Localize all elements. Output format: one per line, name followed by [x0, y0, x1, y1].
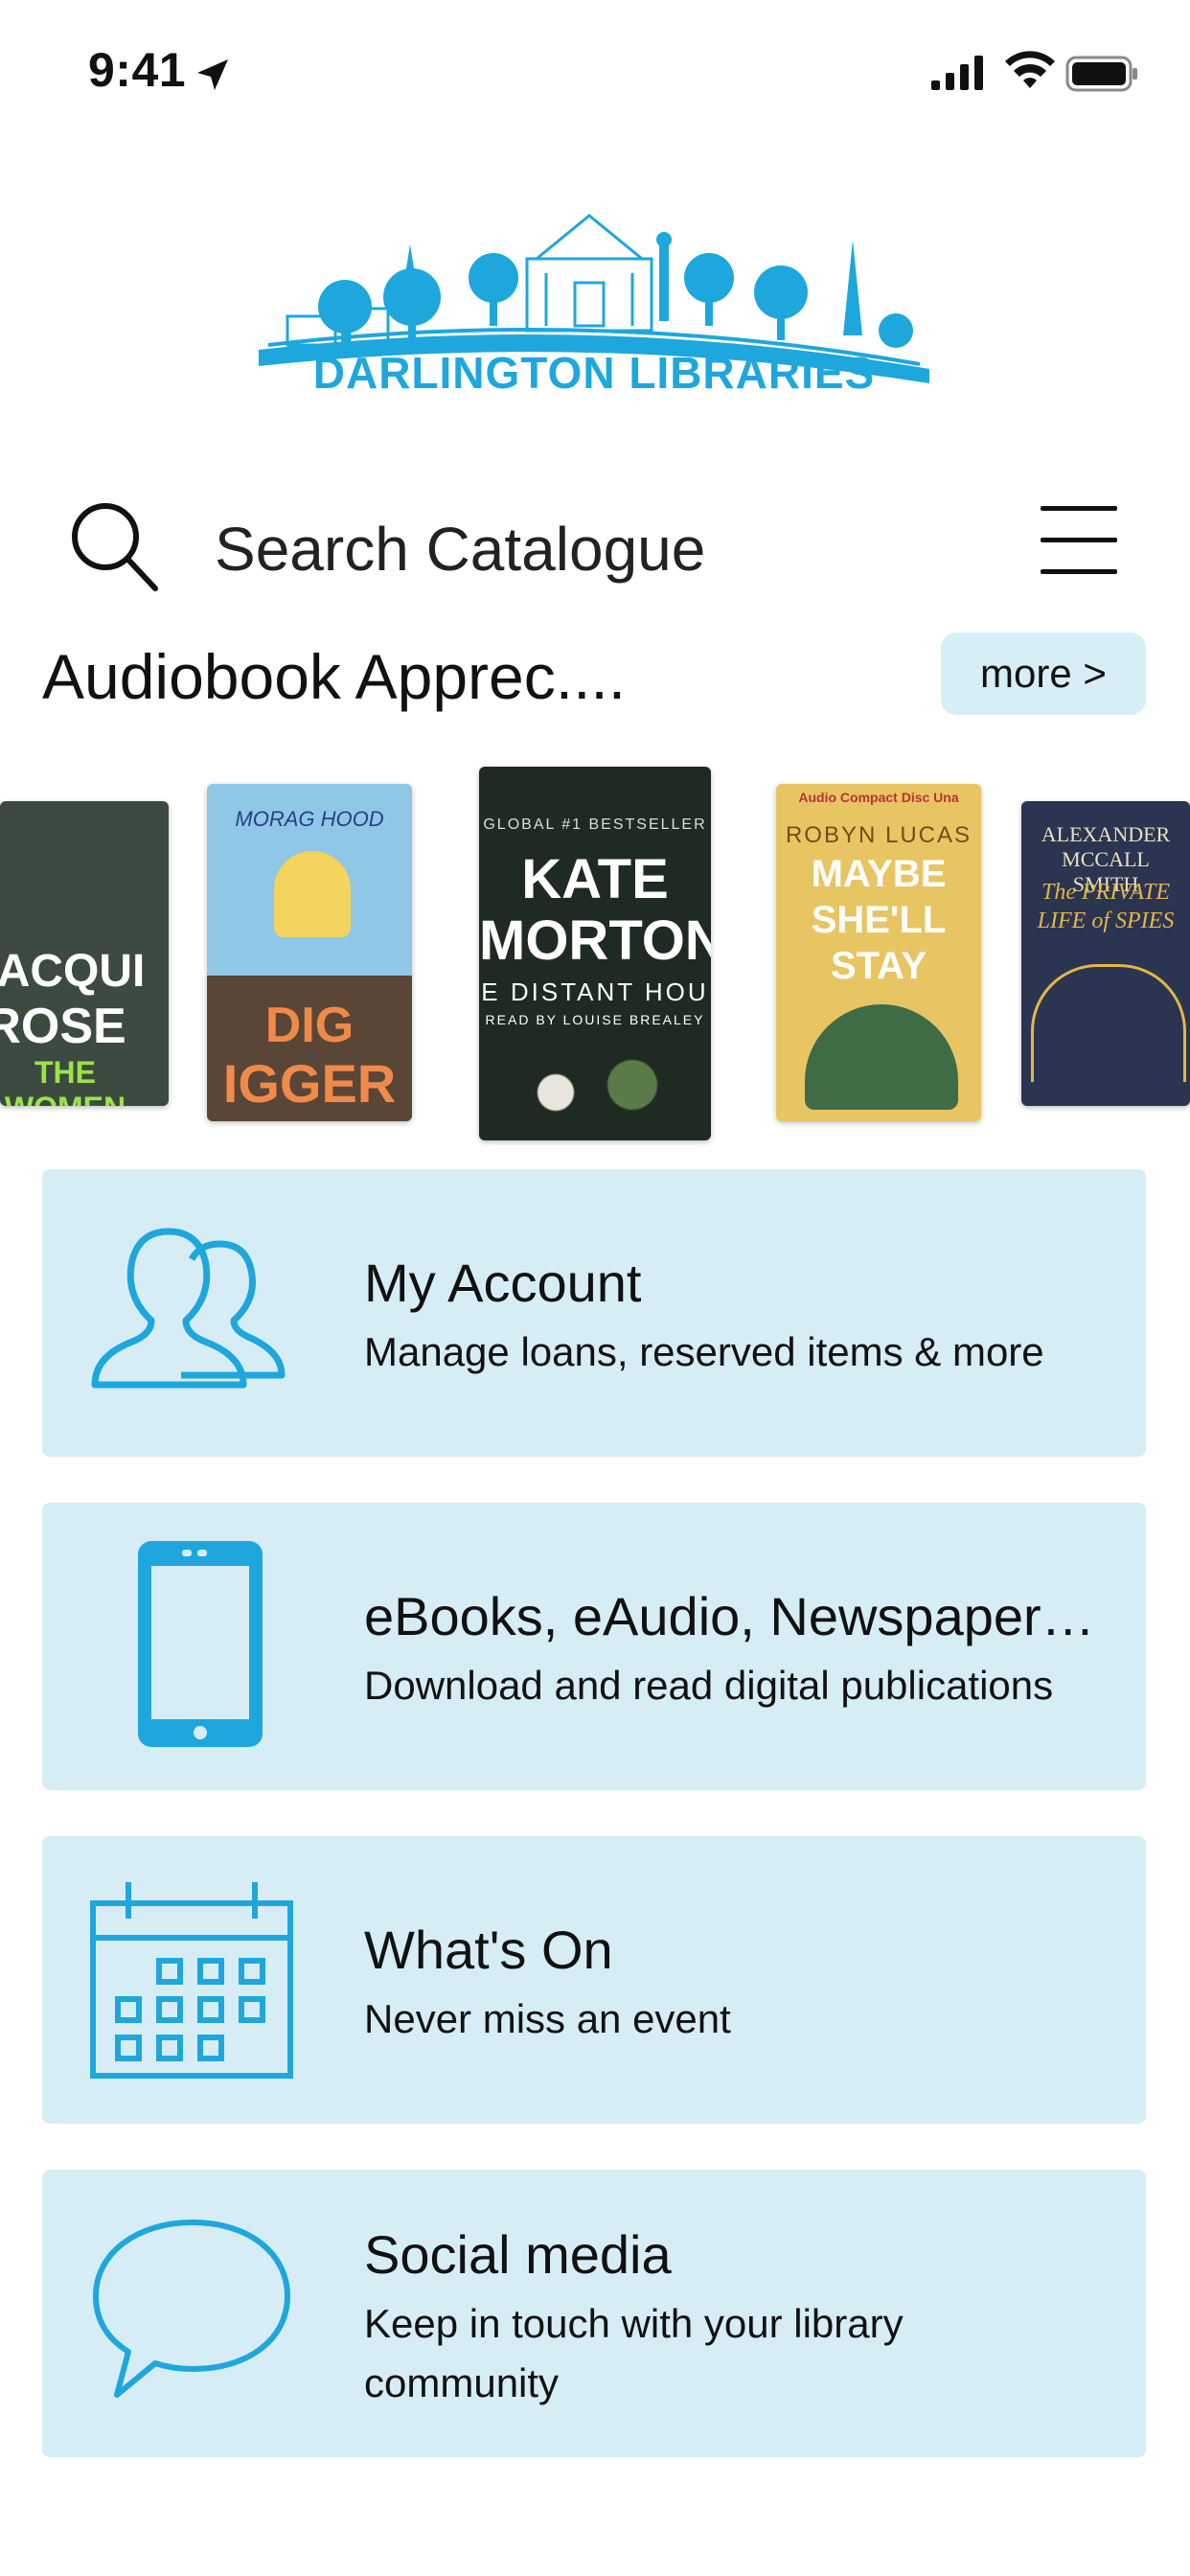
- card-title: eBooks, eAudio, Newspaper…: [364, 1586, 1095, 1646]
- card-title: My Account: [364, 1253, 642, 1313]
- cover-tagline: GLOBAL #1 BESTSELLER: [483, 816, 707, 833]
- cover-title-line: The PRIVATE: [1041, 880, 1170, 905]
- cover-title-line: KATE: [521, 848, 669, 910]
- book-cover[interactable]: MORAG HOOD DIG IGGER: [207, 784, 412, 1121]
- logo-text: DARLINGTON LIBRARIES: [312, 348, 876, 398]
- search-input[interactable]: [213, 505, 906, 593]
- signal-icon: [931, 56, 983, 90]
- speech-bubble-icon: [93, 2220, 290, 2398]
- card-title: Social media: [364, 2224, 672, 2285]
- cover-title-line: SHE'LL: [811, 899, 947, 941]
- more-button[interactable]: more >: [941, 632, 1146, 715]
- battery-icon: [1065, 56, 1137, 92]
- phone-icon: [138, 1541, 263, 1747]
- section-title: Audiobook Apprec....: [42, 641, 627, 712]
- search-icon[interactable]: [67, 498, 163, 594]
- cover-author: MORAG HOOD: [235, 807, 384, 831]
- cover-title-line: ROSE: [0, 999, 126, 1054]
- book-cover[interactable]: ALEXANDER MCCALL SMITH The PRIVATE LIFE …: [1021, 801, 1190, 1106]
- card-subtitle: Never miss an event: [364, 1996, 731, 2041]
- cover-narrator: READ BY LOUISE BREALEY: [485, 1012, 705, 1027]
- card-title: What's On: [364, 1920, 613, 1980]
- cover-title-line: LIFE of SPIES: [1037, 908, 1175, 933]
- cover-author: ROBYN LUCAS: [785, 822, 973, 848]
- social-media-card[interactable]: Social media Keep in touch with your lib…: [42, 2170, 1146, 2457]
- location-arrow-icon: [197, 59, 228, 90]
- card-subtitle: Download and read digital publications: [364, 1663, 1054, 1708]
- cover-title-line: STAY: [830, 945, 927, 987]
- cover-title-line: DIG: [264, 998, 355, 1053]
- menu-hamburger-icon[interactable]: [1041, 506, 1117, 575]
- card-subtitle: Keep in touch with your library communit…: [364, 2301, 904, 2405]
- book-cover[interactable]: JACQUI ROSE THE WOMEN: [0, 801, 169, 1106]
- calendar-icon: [90, 1882, 293, 2079]
- cover-title-line: JACQUI: [0, 946, 146, 997]
- cover-title-line: MAYBE: [811, 853, 947, 895]
- whats-on-card[interactable]: What's On Never miss an event: [42, 1836, 1146, 2124]
- cover-title-line: IGGER: [222, 1053, 397, 1114]
- people-icon: [91, 1228, 286, 1389]
- cover-title-line: THE WOMEN: [5, 1055, 126, 1106]
- cover-subtitle: E DISTANT HOU: [481, 978, 709, 1006]
- my-account-card[interactable]: My Account Manage loans, reserved items …: [42, 1169, 1146, 1457]
- cover-title-line: MORTON: [479, 909, 711, 972]
- ebooks-card[interactable]: eBooks, eAudio, Newspaper… Download and …: [42, 1503, 1146, 1790]
- wifi-icon: [1005, 51, 1055, 88]
- book-cover[interactable]: Audio Compact Disc Una ROBYN LUCAS MAYBE…: [776, 784, 981, 1121]
- card-subtitle: Manage loans, reserved items & more: [364, 1329, 1044, 1374]
- status-time: 9:41: [88, 43, 187, 97]
- cover-tagline: Audio Compact Disc Una: [798, 790, 959, 805]
- book-cover[interactable]: GLOBAL #1 BESTSELLER KATE MORTON E DISTA…: [479, 767, 711, 1140]
